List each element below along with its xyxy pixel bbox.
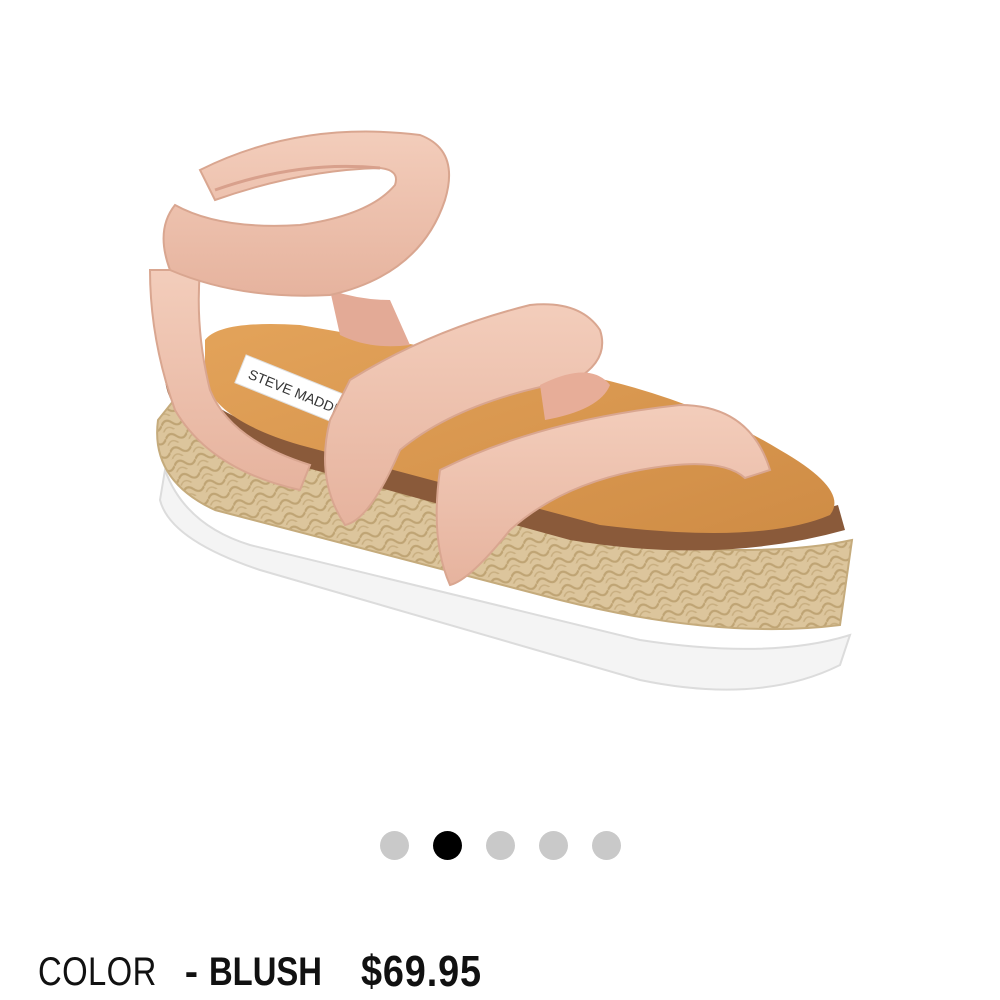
product-price: $69.95	[360, 947, 482, 996]
sandal-illustration: STEVE MADDEN	[148, 130, 854, 691]
color-separator: -	[184, 949, 199, 994]
carousel-dot-5[interactable]	[591, 830, 621, 860]
image-carousel-dots	[0, 829, 1000, 861]
product-info-row: COLOR - BLUSH $69.95	[38, 944, 501, 1000]
carousel-dot-3[interactable]	[485, 830, 515, 860]
carousel-dot-4[interactable]	[538, 830, 568, 860]
carousel-dot-1[interactable]	[379, 830, 409, 860]
color-label: COLOR	[38, 949, 157, 994]
product-image[interactable]: STEVE MADDEN	[0, 0, 1000, 800]
carousel-dot-2[interactable]	[432, 830, 462, 860]
color-value: BLUSH	[209, 949, 323, 994]
product-detail-screen: STEVE MADDEN COLOR - BLUSH $69.95	[0, 0, 1000, 1000]
